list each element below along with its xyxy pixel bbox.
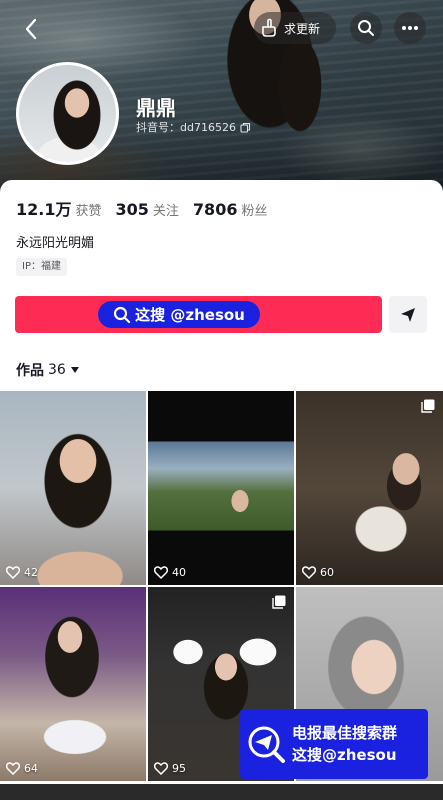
more-dots-icon — [402, 26, 418, 30]
stats-row: 12.1万 获赞 305 关注 7806 粉丝 — [16, 196, 267, 220]
multi-image-icon — [272, 595, 286, 609]
like-count: 42 — [6, 566, 38, 579]
search-icon — [358, 20, 374, 36]
request-update-button[interactable]: 求更新 — [254, 12, 336, 44]
search-banner[interactable]: 这搜 @zhesou — [15, 296, 382, 333]
grid-next-row — [0, 784, 443, 800]
back-button[interactable] — [16, 14, 46, 44]
copy-icon[interactable] — [240, 122, 251, 133]
work-tile[interactable]: 40 — [148, 391, 294, 585]
tab-works-count: 36 — [48, 362, 66, 378]
overlay-ad[interactable]: 电报最佳搜索群 这搜@zhesou — [240, 709, 428, 779]
stat-followers[interactable]: 7806 粉丝 — [193, 200, 268, 219]
work-tile[interactable]: 64 — [0, 587, 146, 781]
douyin-id[interactable]: 抖音号：dd716526 — [136, 119, 251, 135]
telegram-search-logo-icon — [248, 726, 285, 763]
like-count: 60 — [302, 566, 334, 579]
heart-icon — [6, 762, 20, 775]
heart-icon — [154, 566, 168, 579]
like-count: 64 — [6, 762, 38, 775]
heart-icon — [302, 566, 316, 579]
tab-works-label: 作品 — [16, 363, 44, 379]
like-count-value: 60 — [320, 566, 334, 579]
search-icon — [114, 306, 131, 323]
ip-tag: IP：福建 — [16, 258, 67, 276]
caret-down-icon — [70, 367, 79, 373]
like-count: 40 — [154, 566, 186, 579]
overlay-ad-line2: 这搜@zhesou — [292, 746, 397, 764]
tab-works[interactable]: 作品 36 — [16, 360, 80, 380]
bio: 永远阳光明媚 — [16, 236, 95, 251]
like-count-value: 40 — [172, 566, 186, 579]
avatar[interactable] — [16, 62, 119, 165]
search-pill[interactable]: 这搜 @zhesou — [98, 301, 260, 328]
stat-following-label: 关注 — [152, 204, 179, 219]
request-update-label: 求更新 — [284, 21, 321, 36]
profile-name: 鼎鼎 — [136, 96, 176, 120]
send-icon — [401, 307, 415, 322]
stat-likes[interactable]: 12.1万 获赞 — [16, 196, 102, 220]
stat-following[interactable]: 305 关注 — [116, 200, 179, 219]
stat-followers-label: 粉丝 — [241, 204, 268, 219]
stat-likes-value: 12.1万 — [16, 200, 72, 219]
search-banner-text: 这搜 @zhesou — [135, 306, 245, 324]
like-count-value: 95 — [172, 762, 186, 775]
like-count: 95 — [154, 762, 186, 775]
heart-icon — [154, 762, 168, 775]
overlay-ad-line1: 电报最佳搜索群 — [292, 724, 398, 742]
stat-likes-label: 获赞 — [75, 204, 102, 219]
search-button[interactable] — [350, 12, 382, 44]
work-tile[interactable]: 42 — [0, 391, 146, 585]
pointing-hand-icon — [262, 18, 276, 37]
send-message-button[interactable] — [389, 296, 427, 333]
chevron-left-icon — [25, 18, 37, 40]
stat-followers-value: 7806 — [192, 200, 238, 219]
douyin-id-text: 抖音号：dd716526 — [136, 121, 236, 134]
overlay-ad-text: 电报最佳搜索群 这搜@zhesou — [292, 722, 397, 766]
like-count-value: 42 — [24, 566, 38, 579]
more-button[interactable] — [394, 12, 426, 44]
heart-icon — [6, 566, 20, 579]
like-count-value: 64 — [24, 762, 38, 775]
stat-following-value: 305 — [115, 200, 149, 219]
multi-image-icon — [421, 399, 435, 413]
work-tile[interactable]: 60 — [296, 391, 443, 585]
